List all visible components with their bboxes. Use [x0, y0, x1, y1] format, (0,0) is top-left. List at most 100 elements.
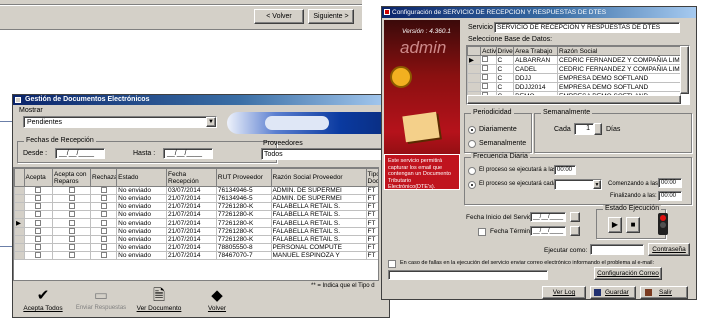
acepta-reparos-checkbox[interactable] [52, 227, 91, 236]
acepta-checkbox[interactable] [23, 243, 53, 252]
ejecutar-field[interactable] [590, 244, 644, 255]
checkbox[interactable] [100, 203, 107, 210]
activar-checkbox[interactable] [480, 64, 497, 74]
chevron-down-icon[interactable]: ▼ [206, 117, 216, 127]
rechaza-checkbox[interactable] [89, 186, 118, 195]
table-row[interactable]: No enviado 21/07/2014 77261280-K FALABELLA … [14, 235, 378, 244]
acepta-reparos-checkbox[interactable] [52, 194, 91, 203]
activar-checkbox[interactable] [480, 55, 497, 65]
table-row[interactable]: No enviado 03/07/2014 76134946-5 ADMIN. DE … [14, 186, 378, 195]
rechaza-checkbox[interactable] [89, 227, 118, 236]
col-header-acepta-reparos[interactable]: Acepta con Reparos [52, 168, 91, 187]
hasta-field[interactable]: __/__/____ [163, 148, 213, 159]
semanalmente-radio[interactable] [468, 140, 476, 148]
acepta-reparos-checkbox[interactable] [52, 243, 91, 252]
checkbox[interactable] [482, 83, 489, 89]
acepta-checkbox[interactable] [23, 227, 53, 236]
checkbox[interactable] [100, 236, 107, 243]
rechaza-checkbox[interactable] [89, 218, 118, 228]
acepta-reparos-checkbox[interactable] [52, 210, 91, 219]
col-header-tipo[interactable]: Tipo Documento [365, 168, 378, 187]
acepta-reparos-checkbox[interactable] [52, 186, 91, 195]
table-row[interactable]: No enviado 21/07/2014 78805550-8 PERSONAL C… [14, 243, 378, 252]
acepta-checkbox[interactable] [23, 251, 53, 260]
table-row[interactable]: No enviado 21/07/2014 77261280-K FALABELLA … [14, 227, 378, 236]
checkbox[interactable] [100, 187, 107, 194]
db-col-activar[interactable]: Activar [480, 46, 497, 56]
password-button[interactable]: Contraseña [648, 243, 690, 256]
gestion-titlebar[interactable]: Gestión de Documentos Electrónicos [13, 95, 389, 105]
freq-once-radio[interactable] [468, 167, 476, 175]
proveedores-field[interactable]: Todos [261, 148, 383, 160]
next-button[interactable]: Siguiente > [308, 9, 354, 24]
rechaza-checkbox[interactable] [89, 243, 118, 252]
acepta-reparos-checkbox[interactable] [52, 218, 91, 228]
checkbox[interactable] [68, 228, 75, 235]
exit-button[interactable]: Salir [640, 286, 688, 299]
db-col-drive[interactable]: Drive [495, 46, 515, 56]
rechaza-checkbox[interactable] [89, 251, 118, 260]
finalizando-field[interactable]: 00:00 [658, 191, 682, 201]
checkbox[interactable] [482, 65, 489, 71]
checkbox[interactable] [68, 252, 75, 259]
checkbox[interactable] [35, 236, 42, 243]
checkbox[interactable] [68, 195, 75, 202]
checkbox[interactable] [68, 219, 75, 226]
activar-checkbox[interactable] [480, 73, 497, 83]
checkbox[interactable] [100, 219, 107, 226]
col-header-razon[interactable]: Razón Social Proveedor [270, 168, 367, 187]
checkbox[interactable] [35, 187, 42, 194]
acepta-checkbox[interactable] [23, 210, 53, 219]
checkbox[interactable] [35, 228, 42, 235]
db-scrollbar-vertical[interactable] [680, 46, 689, 94]
checkbox[interactable] [100, 211, 107, 218]
db-col-area[interactable]: Area Trabajo [513, 46, 558, 56]
send-responses-button[interactable]: ▭ Enviar Respuestas [73, 287, 129, 318]
col-header-rechaza[interactable]: Rechaza [89, 168, 118, 187]
rechaza-checkbox[interactable] [89, 235, 118, 244]
table-row[interactable]: No enviado 21/07/2014 77261280-K FALABELLA … [14, 202, 378, 211]
rechaza-checkbox[interactable] [89, 202, 118, 211]
col-header-estado[interactable]: Estado [116, 168, 167, 187]
comenzando-field[interactable]: 00:00 [658, 178, 682, 188]
table-row[interactable]: No enviado 21/07/2014 77261280-K FALABELLA … [14, 210, 378, 219]
acepta-checkbox[interactable] [23, 218, 53, 228]
freq-chevron-down-icon[interactable]: ▼ [593, 180, 601, 189]
col-header-rut[interactable]: RUT Proveedor [215, 168, 272, 187]
acepta-reparos-checkbox[interactable] [52, 202, 91, 211]
cada-stepper[interactable]: 1 [574, 123, 594, 135]
acepta-reparos-checkbox[interactable] [52, 251, 91, 260]
rechaza-checkbox[interactable] [89, 194, 118, 203]
checkbox[interactable] [100, 195, 107, 202]
db-table-row[interactable]: C DDJJ2014 EMPRESA DEMO SOFTLAND [467, 82, 681, 92]
fecha-termino-checkbox[interactable] [478, 228, 486, 236]
rechaza-checkbox[interactable] [89, 210, 118, 219]
db-table-row[interactable]: C DDJJ EMPRESA DEMO SOFTLAND [467, 73, 681, 83]
play-button[interactable]: ▶ [608, 217, 622, 233]
checkbox[interactable] [68, 236, 75, 243]
email-field[interactable] [388, 270, 548, 280]
back-toolbar-button[interactable]: ◆ Volver [189, 287, 245, 318]
fecha-termino-field[interactable]: __/__/____ [530, 226, 566, 236]
config-correo-button[interactable]: Configuración Correo [594, 267, 662, 280]
fallas-checkbox[interactable] [388, 260, 396, 268]
cada-spin-buttons[interactable] [594, 123, 602, 135]
db-col-razon[interactable]: Razón Social [557, 46, 681, 56]
checkbox[interactable] [68, 187, 75, 194]
table-row[interactable]: No enviado 21/07/2014 78467070-7 MANUEL ESP… [14, 251, 378, 260]
config-titlebar[interactable]: Configuración de SERVICIO DE RECEPCION Y… [382, 7, 696, 18]
checkbox[interactable] [68, 244, 75, 251]
fecha-inicio-field[interactable]: __/__/____ [530, 212, 566, 222]
servicio-field[interactable]: SERVICIO DE RECEPCION Y RESPUESTAS DE DT… [494, 22, 680, 33]
acepta-checkbox[interactable] [23, 202, 53, 211]
checkbox[interactable] [35, 252, 42, 259]
freq-every-radio[interactable] [468, 181, 476, 189]
checkbox[interactable] [35, 203, 42, 210]
calendar-icon[interactable] [570, 226, 580, 236]
mostrar-select[interactable]: Pendientes ▼ [23, 116, 217, 128]
calendar-icon[interactable] [570, 212, 580, 222]
verlog-button[interactable]: Ver Log [542, 286, 586, 299]
acepta-reparos-checkbox[interactable] [52, 235, 91, 244]
desde-field[interactable]: __/__/____ [55, 148, 105, 159]
save-button[interactable]: Guardar [590, 286, 636, 299]
